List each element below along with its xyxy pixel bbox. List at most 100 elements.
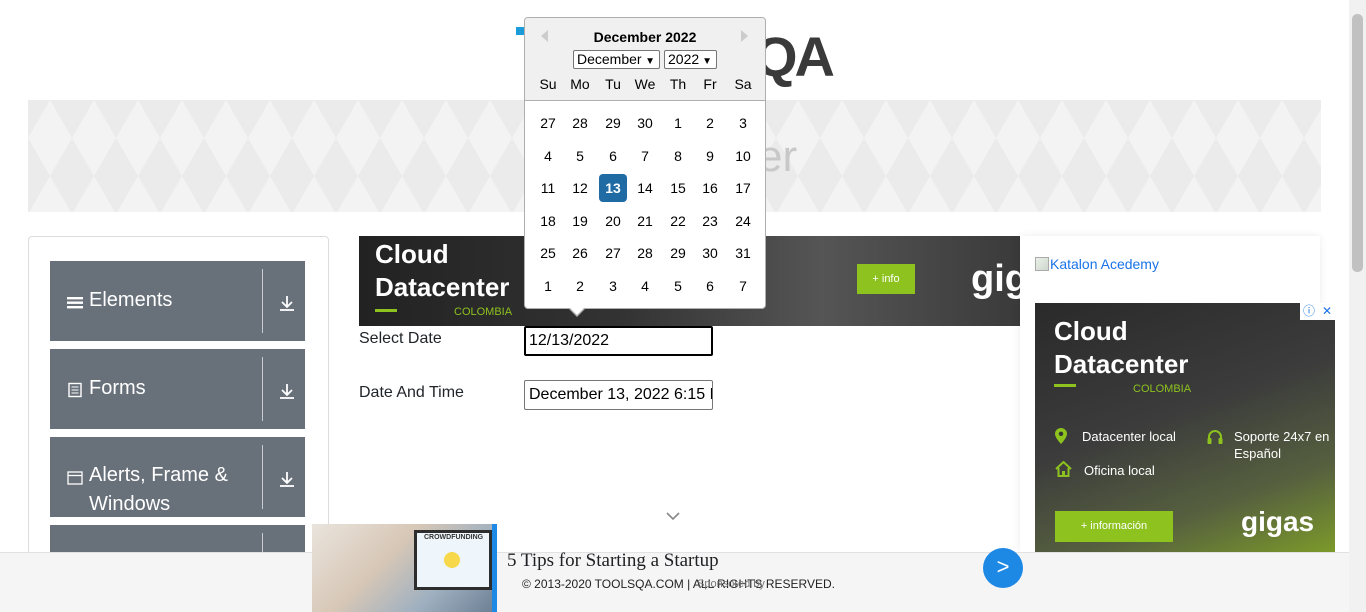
download-icon[interactable] [278,470,296,488]
vertical-scrollbar[interactable] [1349,0,1366,612]
select-date-label: Select Date [359,330,442,347]
calendar-day[interactable]: 18 [534,207,562,235]
calendar-day[interactable]: 28 [566,109,594,137]
ad-info-button[interactable]: + información [1055,511,1173,542]
calendar-day[interactable]: 20 [599,207,627,235]
headset-icon [1207,430,1223,444]
calendar-day[interactable]: 5 [664,272,692,300]
chevron-down-icon: ▼ [645,56,655,67]
weekday-name: Tu [605,76,621,92]
calendar-day[interactable]: 23 [696,207,724,235]
ad-accent-stripe [492,524,497,612]
bottom-ad-image[interactable]: CROWDFUNDING [312,524,495,612]
sidebar-group-label: Alerts, Frame & Windows [89,464,228,515]
calendar-day[interactable]: 27 [599,239,627,267]
calendar-day[interactable]: 24 [729,207,757,235]
ad-info-button[interactable]: + info [857,264,915,294]
ad-feature-datacenter: Datacenter local [1082,429,1176,444]
calendar-day[interactable]: 1 [664,109,692,137]
month-select[interactable]: December ▼ [573,50,660,69]
calendar-day[interactable]: 19 [566,207,594,235]
datepicker-header: December 2022 December ▼ 2022 ▼ Su Mo Tu We Th… [525,18,765,101]
sidebar-group-alerts[interactable]: Alerts, Frame & Windows [50,437,305,517]
window-icon [67,471,83,485]
calendar-day[interactable]: 3 [729,109,757,137]
calendar-day[interactable]: 21 [631,207,659,235]
date-time-input[interactable]: December 13, 2022 6:15 PM [524,380,713,410]
calendar-day[interactable]: 2 [566,272,594,300]
calendar-day[interactable]: 6 [599,142,627,170]
home-icon [1055,461,1072,477]
hamburger-icon [67,297,83,309]
weekday-name: Fr [703,76,717,92]
ad-title: Cloud Datacenter [375,239,510,302]
calendar-day[interactable]: 27 [534,109,562,137]
select-date-input[interactable]: 12/13/2022 [524,326,713,356]
calendar-day[interactable]: 2 [696,109,724,137]
sidebar-group-label: Forms [89,377,146,399]
ad-choices[interactable]: ⓘ ✕ [1300,303,1335,320]
calendar-day[interactable]: 15 [664,174,692,202]
ad-country: COLOMBIA [1133,383,1192,395]
group-divider [262,357,263,421]
ad-feature-support: Soporte 24x7 en Español [1234,429,1330,461]
calendar-day[interactable]: 4 [631,272,659,300]
calendar-day[interactable]: 8 [664,142,692,170]
calendar-day[interactable]: 1 [534,272,562,300]
calendar-day[interactable]: 7 [631,142,659,170]
sidebar: Elements Forms Alerts, Frame & Windows [28,236,329,566]
close-icon[interactable]: ✕ [1322,303,1332,320]
year-select[interactable]: 2022 ▼ [664,50,717,69]
ad-brand: gig [971,258,1020,300]
ad-underline [375,309,397,312]
calendar-day[interactable]: 29 [664,239,692,267]
ad-underline [1054,384,1076,387]
chevron-down-icon: ▼ [702,56,712,67]
calendar-day[interactable]: 5 [566,142,594,170]
calendar-day[interactable]: 9 [696,142,724,170]
calendar-day[interactable]: 25 [534,239,562,267]
katalon-academy-link[interactable]: Katalon Acedemy [1035,256,1159,272]
scrollbar-thumb[interactable] [1352,14,1363,272]
info-icon[interactable]: ⓘ [1303,303,1315,320]
ad-feature-office: Oficina local [1084,463,1155,478]
calendar-day-selected[interactable]: 13 [599,174,627,202]
next-month-icon[interactable] [741,30,748,42]
sidebar-group-elements[interactable]: Elements [50,261,305,341]
download-icon[interactable] [278,382,296,400]
download-icon[interactable] [278,294,296,312]
date-time-label: Date And Time [359,384,464,401]
weekday-name: Su [539,76,557,92]
datepicker-current-month: December 2022 [593,29,697,45]
ad-go-button[interactable]: > [983,548,1023,588]
calendar-day[interactable]: 31 [729,239,757,267]
calendar-day[interactable]: 11 [534,174,562,202]
calendar-day[interactable]: 6 [696,272,724,300]
calendar-day[interactable]: 10 [729,142,757,170]
calendar-day[interactable]: 30 [696,239,724,267]
bottom-ad-title[interactable]: 5 Tips for Starting a Startup [507,550,719,572]
ad-banner-right[interactable]: Cloud Datacenter COLOMBIA Datacenter loca… [1035,303,1335,553]
calendar-day[interactable]: 16 [696,174,724,202]
ad-image-text: CROWDFUNDING [424,534,484,541]
calendar-day[interactable]: 22 [664,207,692,235]
weekday-name: Th [669,76,687,92]
sponsored-label: Sponsored by [697,578,765,590]
chevron-down-icon[interactable] [665,508,681,524]
sidebar-group-forms[interactable]: Forms [50,349,305,429]
weekday-name: Mo [570,76,590,92]
calendar-day[interactable]: 4 [534,142,562,170]
calendar-day[interactable]: 7 [729,272,757,300]
ad-title: Cloud Datacenter [1054,316,1189,379]
calendar-day[interactable]: 30 [631,109,659,137]
calendar-day[interactable]: 28 [631,239,659,267]
broken-image-icon [1035,257,1049,271]
logo-accent [516,27,524,35]
ad-brand: gigas [1241,506,1315,537]
calendar-day[interactable]: 3 [599,272,627,300]
calendar-day[interactable]: 12 [566,174,594,202]
calendar-day[interactable]: 17 [729,174,757,202]
calendar-day[interactable]: 29 [599,109,627,137]
calendar-day[interactable]: 14 [631,174,659,202]
calendar-day[interactable]: 26 [566,239,594,267]
